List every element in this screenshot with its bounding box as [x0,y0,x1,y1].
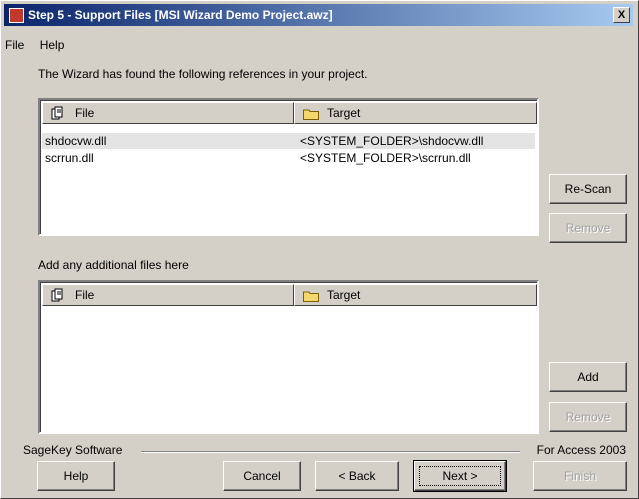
references-list[interactable]: File Target shdocvw.dll <SYSTEM_FOLDER>\… [38,98,539,236]
company-label: SageKey Software [23,443,123,457]
remove-additional-button[interactable]: Remove [549,402,627,432]
help-button[interactable]: Help [37,461,115,491]
menu-help[interactable]: Help [40,38,65,52]
additional-files-list[interactable]: File Target [38,280,539,434]
column-header-file[interactable]: File [42,102,294,124]
column-header-target[interactable]: Target [294,284,537,306]
list-header: File Target [42,284,537,306]
column-file-label: File [75,288,95,302]
next-button[interactable]: Next > [413,460,507,492]
row-file: scrrun.dll [45,151,94,165]
list-header: File Target [42,102,537,124]
file-icon [51,106,63,120]
menu-bar: File Help [5,38,76,54]
folder-icon [303,109,319,120]
finish-button[interactable]: Finish [533,461,627,491]
add-button[interactable]: Add [549,362,627,392]
title-bar[interactable]: Step 5 - Support Files [MSI Wizard Demo … [4,4,633,26]
additional-files-label: Add any additional files here [38,258,189,272]
row-file: shdocvw.dll [45,134,107,148]
next-button-label: Next > [419,466,501,486]
footer-divider [141,451,520,453]
wizard-window: Step 5 - Support Files [MSI Wizard Demo … [0,0,639,499]
menu-file[interactable]: File [5,38,24,52]
file-icon [51,288,63,302]
row-target: <SYSTEM_FOLDER>\shdocvw.dll [300,134,484,148]
list-row[interactable]: scrrun.dll <SYSTEM_FOLDER>\scrrun.dll [42,150,535,166]
column-target-label: Target [327,106,361,120]
column-target-label: Target [327,288,361,302]
column-file-label: File [75,106,95,120]
cancel-button[interactable]: Cancel [223,461,301,491]
column-header-file[interactable]: File [42,284,294,306]
close-button[interactable]: X [613,7,630,23]
rescan-button[interactable]: Re-Scan [549,174,627,204]
list-row[interactable]: shdocvw.dll <SYSTEM_FOLDER>\shdocvw.dll [42,133,535,149]
intro-text: The Wizard has found the following refer… [38,67,368,81]
folder-icon [303,291,319,302]
app-icon [9,8,24,23]
remove-references-button[interactable]: Remove [549,213,627,243]
window-title: Step 5 - Support Files [MSI Wizard Demo … [28,8,333,22]
column-header-target[interactable]: Target [294,102,537,124]
row-target: <SYSTEM_FOLDER>\scrrun.dll [300,151,471,165]
back-button[interactable]: < Back [315,461,399,491]
product-label: For Access 2003 [536,443,626,457]
